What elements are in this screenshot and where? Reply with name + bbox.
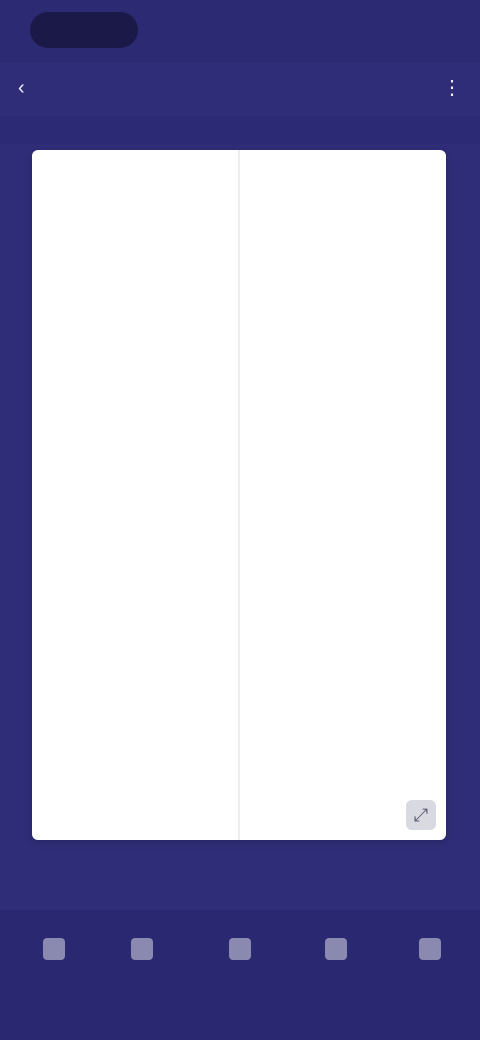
nav-item[interactable] xyxy=(24,938,84,968)
expand-icon: ⤢ xyxy=(413,804,429,825)
nav-item[interactable] xyxy=(112,938,172,968)
nav-icon xyxy=(419,938,441,960)
status-bar xyxy=(0,0,480,62)
nav-item[interactable] xyxy=(210,938,270,968)
camera-pill xyxy=(30,12,138,48)
nav-icon xyxy=(131,938,153,960)
nav-item[interactable] xyxy=(306,938,366,968)
nav-icon xyxy=(229,938,251,960)
top-app-bar: ‹ ⋮ xyxy=(0,62,480,116)
tab-strip xyxy=(0,116,480,144)
app-screen: ‹ ⋮ ⤢ xyxy=(0,0,480,1040)
more-icon[interactable]: ⋮ xyxy=(440,76,464,100)
nav-item[interactable] xyxy=(400,938,460,968)
comparison-table: ⤢ xyxy=(32,150,446,840)
nav-icon xyxy=(43,938,65,960)
bottom-navigation xyxy=(0,910,480,1040)
back-icon[interactable]: ‹ xyxy=(18,77,40,99)
expand-button[interactable]: ⤢ xyxy=(406,800,436,830)
column-divider xyxy=(238,150,240,840)
nav-icon xyxy=(325,938,347,960)
